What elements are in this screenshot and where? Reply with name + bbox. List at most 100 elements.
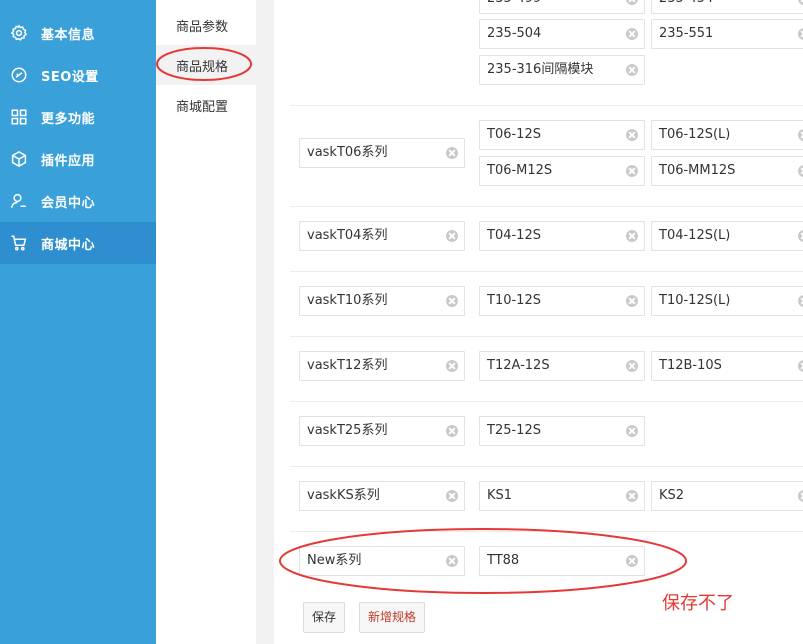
sub-item-product-params[interactable]: 商品参数: [156, 5, 256, 45]
add-spec-button-label: 新增规格: [368, 610, 417, 624]
spec-value-text: 235-551: [659, 26, 714, 41]
spec-value-text: T10-12S(L): [659, 293, 731, 308]
spec-value-text: T04-12S(L): [659, 228, 731, 243]
spec-name-field[interactable]: vaskT12系列: [299, 351, 465, 381]
spec-value-field[interactable]: T06-12S(L): [651, 120, 803, 150]
spec-name-text: vaskT25系列: [307, 423, 388, 438]
clear-icon[interactable]: [798, 129, 803, 141]
nav-item-mall[interactable]: 商城中心: [0, 222, 156, 264]
nav-item-seo[interactable]: SEO设置: [0, 54, 156, 96]
annotation-circle-new-row: [279, 528, 687, 594]
spec-value-text: T06-M12S: [487, 163, 553, 178]
nav-item-basic-info[interactable]: 基本信息: [0, 12, 156, 54]
nav-label: 插件应用: [41, 153, 96, 169]
clear-icon[interactable]: [798, 28, 803, 40]
spec-value-field[interactable]: T10-12S(L): [651, 286, 803, 316]
clear-icon[interactable]: [626, 230, 638, 242]
spec-name-text: vaskT10系列: [307, 293, 388, 308]
spec-value-text: T04-12S: [487, 228, 541, 243]
clear-icon[interactable]: [626, 0, 638, 5]
nav-item-members[interactable]: 会员中心: [0, 180, 156, 222]
clear-icon[interactable]: [626, 28, 638, 40]
clear-icon[interactable]: [798, 490, 803, 502]
clear-icon[interactable]: [446, 230, 458, 242]
clear-icon[interactable]: [626, 490, 638, 502]
spec-value-field[interactable]: T12A-12S: [479, 351, 645, 381]
spec-value-text: KS2: [659, 488, 685, 503]
spec-value-field[interactable]: T12B-10S: [651, 351, 803, 381]
clear-icon[interactable]: [446, 360, 458, 372]
spec-name-text: vaskT06系列: [307, 145, 388, 160]
nav-item-plugins[interactable]: 插件应用: [0, 138, 156, 180]
clear-icon[interactable]: [798, 165, 803, 177]
clear-icon[interactable]: [798, 230, 803, 242]
clear-icon[interactable]: [626, 295, 638, 307]
spec-value-field[interactable]: 235-316间隔模块: [479, 55, 645, 85]
spec-value-field[interactable]: T06-12S: [479, 120, 645, 150]
clear-icon[interactable]: [446, 490, 458, 502]
nav-label: SEO设置: [41, 69, 99, 85]
add-spec-button[interactable]: 新增规格: [359, 602, 426, 633]
spec-value-field[interactable]: T04-12S(L): [651, 221, 803, 251]
spec-name-text: vaskT04系列: [307, 228, 388, 243]
spec-value-field[interactable]: T06-M12S: [479, 156, 645, 186]
spec-name-field[interactable]: vaskT10系列: [299, 286, 465, 316]
spec-value-text: T06-12S(L): [659, 127, 731, 142]
user-icon: [11, 193, 26, 208]
sub-item-label: 商品参数: [176, 19, 229, 35]
seo-icon: [11, 67, 27, 83]
spec-value-field[interactable]: 235-504: [479, 19, 645, 49]
spec-value-field[interactable]: 235-454: [651, 0, 803, 14]
spec-value-field[interactable]: 235-499: [479, 0, 645, 14]
save-button-label: 保存: [312, 610, 337, 624]
spec-value-field[interactable]: T06-MM12S: [651, 156, 803, 186]
clear-icon[interactable]: [626, 129, 638, 141]
spec-value-text: T06-MM12S: [659, 163, 736, 178]
spec-value-field[interactable]: KS1: [479, 481, 645, 511]
spec-name-field[interactable]: vaskKS系列: [299, 481, 465, 511]
spec-value-text: 235-504: [487, 26, 542, 41]
spec-name-field[interactable]: vaskT25系列: [299, 416, 465, 446]
spec-value-text: 235-316间隔模块: [487, 62, 594, 77]
gear-icon: [10, 24, 28, 41]
nav-item-more-features[interactable]: 更多功能: [0, 96, 156, 138]
clear-icon[interactable]: [798, 360, 803, 372]
spec-value-text: T10-12S: [487, 293, 541, 308]
row-divider: [290, 401, 803, 402]
spec-value-text: 235-454: [659, 0, 713, 13]
spec-value-field[interactable]: T04-12S: [479, 221, 645, 251]
nav-label: 会员中心: [41, 195, 96, 211]
clear-icon[interactable]: [626, 165, 638, 177]
sub-item-mall-config[interactable]: 商城配置: [156, 85, 256, 125]
spec-name-field[interactable]: vaskT06系列: [299, 138, 465, 168]
clear-icon[interactable]: [626, 64, 638, 76]
cart-icon: [11, 235, 27, 251]
clear-icon[interactable]: [626, 360, 638, 372]
cube-icon: [11, 151, 27, 167]
spec-value-field[interactable]: KS2: [651, 481, 803, 511]
clear-icon[interactable]: [446, 425, 458, 437]
row-divider: [290, 206, 803, 207]
spec-value-field[interactable]: 235-551: [651, 19, 803, 49]
spec-value-text: 235-499: [487, 0, 541, 13]
clear-icon[interactable]: [798, 295, 803, 307]
spec-name-text: vaskT12系列: [307, 358, 388, 373]
clear-icon[interactable]: [446, 147, 458, 159]
spec-name-field[interactable]: vaskT04系列: [299, 221, 465, 251]
grid-icon: [11, 109, 27, 125]
row-divider: [290, 271, 803, 272]
nav-label: 更多功能: [41, 111, 96, 127]
sub-menu: 商品参数 商品规格 商城配置: [156, 0, 256, 644]
nav-label: 商城中心: [41, 237, 96, 253]
spec-value-field[interactable]: T10-12S: [479, 286, 645, 316]
sub-item-label: 商城配置: [176, 99, 229, 115]
clear-icon[interactable]: [626, 425, 638, 437]
clear-icon[interactable]: [446, 295, 458, 307]
row-divider: [290, 336, 803, 337]
annotation-circle-submenu: [156, 47, 252, 81]
save-button[interactable]: 保存: [303, 602, 346, 633]
main-sidebar: 基本信息 SEO设置 更多功能 插件应用 会员中心 商城中心: [0, 0, 156, 644]
clear-icon[interactable]: [798, 0, 803, 5]
spec-value-field[interactable]: T25-12S: [479, 416, 645, 446]
spec-value-text: KS1: [487, 488, 513, 503]
